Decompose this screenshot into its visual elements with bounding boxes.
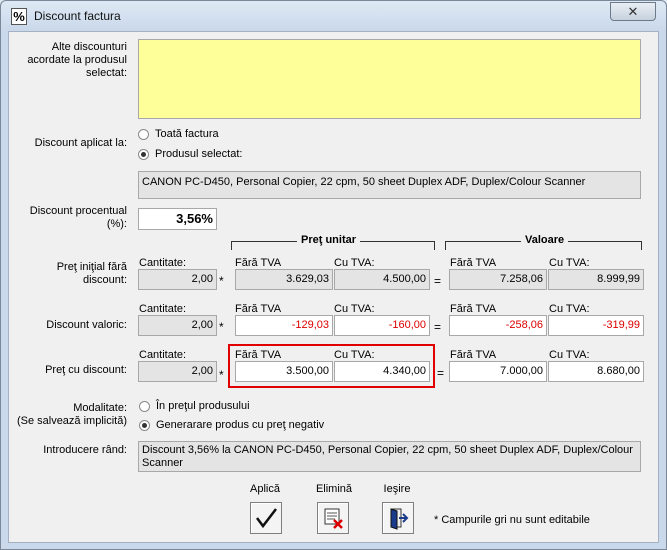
row-discount-val-with-vat[interactable]: -319,99 [548, 315, 644, 336]
exit-button[interactable] [382, 502, 414, 534]
exit-door-icon [390, 508, 409, 530]
percent-icon: % [11, 8, 27, 25]
row-final-qty-label: Cantitate: [139, 349, 187, 361]
multiply-sign: * [219, 320, 224, 334]
row-initial-label: Preţ iniţial fără discount: [56, 261, 127, 286]
dialog-body: Alte discounturi acordate la produsul se… [8, 31, 659, 543]
radio-in-price-label: În preţul produsului [156, 400, 250, 412]
row-final-val-no-vat[interactable]: 7.000,00 [449, 361, 547, 382]
checkmark-icon [256, 508, 277, 529]
equals-sign: = [434, 274, 442, 288]
delete-icon [324, 508, 343, 529]
row-final-quantity: 2,00 [138, 361, 217, 382]
row-final-unit-with-vat-label: Cu TVA: [334, 349, 375, 361]
equals-sign: = [437, 366, 445, 380]
percent-label: Discount procentual (%): [29, 205, 127, 230]
row-initial-unit-with-vat: 4.500,00 [334, 269, 430, 290]
unit-price-group-title: Preţ unitar [297, 234, 361, 246]
line-intro-label: Introducere rând: [43, 444, 127, 456]
row-initial-unit-no-vat-label: Fără TVA [235, 257, 282, 269]
row-initial-qty-label: Cantitate: [139, 257, 187, 269]
row-final-label: Preţ cu discount: [45, 364, 127, 376]
other-discounts-label: Alte discounturi acordate la produsul se… [27, 41, 127, 79]
row-final-unit-no-vat[interactable]: 3.500,00 [235, 361, 333, 382]
radio-whole-invoice-label: Toată factura [155, 128, 219, 140]
row-discount-val-no-vat-label: Fără TVA [450, 303, 497, 315]
line-intro-field: Discount 3,56% la CANON PC-D450, Persona… [138, 441, 641, 472]
radio-selected-product-label: Produsul selectat: [155, 148, 243, 160]
delete-button-label: Elimină [315, 483, 353, 495]
product-field: CANON PC-D450, Personal Copier, 22 cpm, … [138, 171, 641, 199]
row-discount-quantity: 2,00 [138, 315, 217, 336]
row-initial-val-with-vat: 8.999,99 [548, 269, 644, 290]
mode-label: Modalitate: [73, 402, 127, 414]
row-discount-qty-label: Cantitate: [139, 303, 187, 315]
multiply-sign: * [219, 368, 224, 382]
apply-button-label: Aplică [250, 483, 280, 495]
multiply-sign: * [219, 274, 224, 288]
radio-in-price[interactable] [139, 401, 150, 412]
row-final-val-with-vat[interactable]: 8.680,00 [548, 361, 644, 382]
row-initial-quantity: 2,00 [138, 269, 217, 290]
row-discount-unit-no-vat[interactable]: -129,03 [235, 315, 333, 336]
row-initial-val-with-vat-label: Cu TVA: [549, 257, 590, 269]
row-final-val-with-vat-label: Cu TVA: [549, 349, 590, 361]
exit-button-label: Ieşire [383, 483, 411, 495]
row-final-unit-no-vat-label: Fără TVA [235, 349, 282, 361]
radio-negative-product-label: Generarare produs cu preţ negativ [156, 419, 325, 431]
row-final-unit-with-vat[interactable]: 4.340,00 [334, 361, 430, 382]
close-button[interactable]: ✕ [610, 2, 656, 21]
row-discount-val-no-vat[interactable]: -258,06 [449, 315, 547, 336]
value-group-title: Valoare [521, 234, 569, 246]
radio-whole-invoice[interactable] [138, 129, 149, 140]
row-initial-unit-with-vat-label: Cu TVA: [334, 257, 375, 269]
row-discount-unit-no-vat-label: Fără TVA [235, 303, 282, 315]
row-final-val-no-vat-label: Fără TVA [450, 349, 497, 361]
title-bar: % Discount factura ✕ [1, 1, 666, 31]
radio-negative-product[interactable] [139, 420, 150, 431]
row-discount-unit-with-vat-label: Cu TVA: [334, 303, 375, 315]
row-initial-unit-no-vat: 3.629,03 [235, 269, 333, 290]
row-discount-unit-with-vat[interactable]: -160,00 [334, 315, 430, 336]
note-text: * Campurile gri nu sunt editabile [434, 514, 590, 526]
row-initial-val-no-vat-label: Fără TVA [450, 257, 497, 269]
discount-dialog: % Discount factura ✕ Alte discounturi ac… [0, 0, 667, 550]
mode-sublabel: (Se salvează implicită) [16, 415, 127, 427]
window-title: Discount factura [34, 9, 121, 23]
equals-sign: = [434, 320, 442, 334]
apply-button[interactable] [250, 502, 282, 534]
row-discount-val-with-vat-label: Cu TVA: [549, 303, 590, 315]
row-discount-label: Discount valoric: [46, 319, 127, 331]
percent-input[interactable]: 3,56% [138, 208, 217, 230]
row-initial-val-no-vat: 7.258,06 [449, 269, 547, 290]
delete-button[interactable] [317, 502, 349, 534]
radio-selected-product[interactable] [138, 149, 149, 160]
applied-to-label: Discount aplicat la: [34, 137, 127, 149]
other-discounts-field[interactable] [138, 39, 641, 119]
